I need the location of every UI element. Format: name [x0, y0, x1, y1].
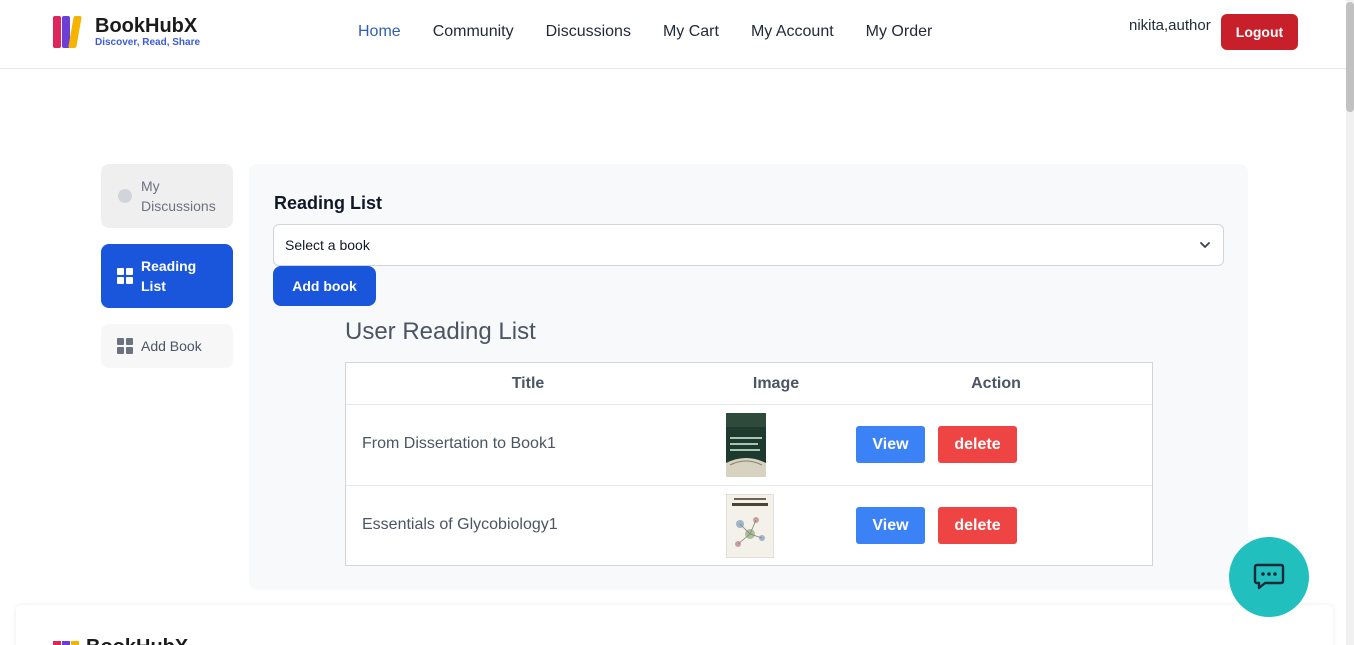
reading-list-table: Title Image Action From Dissertation to … — [345, 362, 1153, 566]
user-circle-icon — [117, 188, 133, 204]
footer-brand-name: BookHubX — [86, 637, 188, 645]
column-header-title: Title — [511, 374, 545, 392]
book-title: From Dissertation to Book1 — [362, 435, 556, 452]
table-row: Essentials of Glycobiology1 View delete — [346, 485, 1152, 566]
book-title: Essentials of Glycobiology1 — [362, 516, 558, 533]
logo-books-icon — [53, 641, 80, 645]
page-scrollbar[interactable] — [1346, 0, 1354, 645]
delete-button[interactable]: delete — [938, 507, 1017, 544]
nav-my-cart[interactable]: My Cart — [663, 22, 719, 42]
nav-discussions[interactable]: Discussions — [546, 22, 631, 42]
nav-home[interactable]: Home — [358, 22, 401, 42]
view-button[interactable]: View — [856, 507, 925, 544]
book-select-value: Select a book — [285, 237, 370, 253]
logout-button[interactable]: Logout — [1221, 14, 1298, 50]
book-cover-image — [726, 494, 774, 558]
footer-card: BookHubX — [16, 605, 1333, 645]
sidebar-item-add-book[interactable]: Add Book — [101, 324, 233, 368]
grid-icon — [117, 338, 133, 354]
sidebar-item-label: My Discussions — [141, 178, 216, 214]
table-row: From Dissertation to Book1 View delete — [346, 404, 1152, 485]
logo-books-icon — [53, 14, 89, 50]
nav-my-order[interactable]: My Order — [866, 22, 933, 42]
brand-logo[interactable]: BookHubX Discover, Read, Share — [53, 14, 200, 50]
column-header-action: Action — [971, 374, 1021, 392]
nav-community[interactable]: Community — [433, 22, 514, 42]
book-select[interactable]: Select a book — [273, 224, 1224, 266]
brand-tagline: Discover, Read, Share — [95, 37, 201, 48]
view-button[interactable]: View — [856, 426, 925, 463]
user-reading-list-title: User Reading List — [345, 318, 536, 345]
book-cover-image — [726, 413, 766, 477]
top-header: BookHubX Discover, Read, Share Home Comm… — [0, 0, 1354, 69]
chat-bubble-icon — [1253, 563, 1285, 590]
reading-list-heading: Reading List — [274, 193, 383, 213]
sidebar-item-label: Add Book — [141, 338, 202, 354]
nav-my-account[interactable]: My Account — [751, 22, 834, 42]
chevron-down-icon — [1200, 242, 1210, 248]
sidebar-item-reading-list[interactable]: Reading List — [101, 244, 233, 308]
add-book-button[interactable]: Add book — [273, 266, 376, 306]
sidebar-item-my-discussions[interactable]: My Discussions — [101, 164, 233, 228]
delete-button[interactable]: delete — [938, 426, 1017, 463]
sidebar-item-label: Reading List — [141, 258, 197, 294]
chat-button[interactable] — [1229, 537, 1309, 617]
user-name: nikita,author — [1129, 17, 1211, 34]
column-header-image: Image — [752, 374, 800, 392]
brand-name: BookHubX — [95, 15, 198, 37]
footer-logo[interactable]: BookHubX — [53, 637, 188, 645]
main-nav: Home Community Discussions My Cart My Ac… — [358, 22, 964, 42]
grid-icon — [117, 268, 133, 284]
